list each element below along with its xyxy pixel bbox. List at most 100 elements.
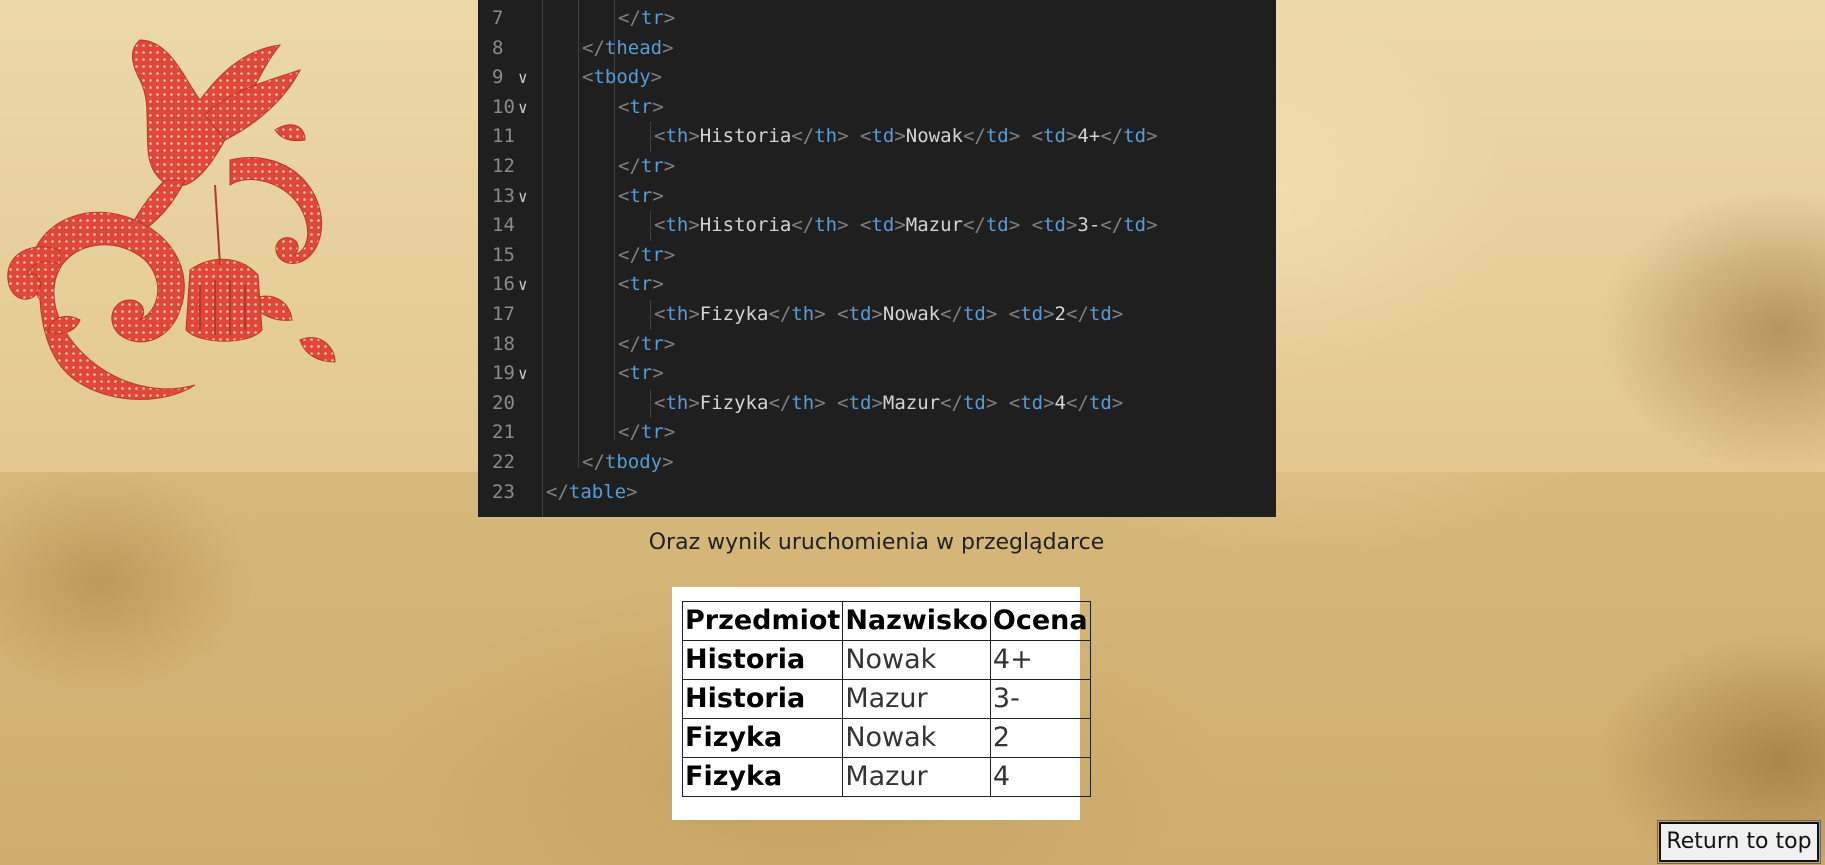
code-text: </tr> [618,330,675,359]
text-token: Fizyka [699,391,769,414]
indent-guide [650,211,651,241]
table-cell: Nowak [842,718,991,758]
column-header: Przedmiot [681,601,844,641]
code-line: 8 </thead> [478,34,1276,63]
code-line: 22 </tbody> [478,448,1276,477]
bracket-token: </ [618,7,641,29]
code-line: 13 ∨ <tr> [478,182,1276,211]
bracket-token: > < [1008,214,1044,237]
line-number: 12 [492,155,515,177]
table-cell: Nowak [842,640,991,680]
code-text: <tr> [618,270,664,299]
text-token: Nowak [905,125,963,148]
chevron-down-icon[interactable]: ∨ [518,359,528,388]
line-number: 7 [492,7,504,29]
code-line: 23 </table> [478,478,1276,507]
code-text: <th>Historia</th> <td>Nowak</td> <td>4+<… [654,122,1158,151]
code-text: </tr> [618,4,675,33]
bracket-token: </ [618,332,641,355]
bracket-token: > [688,125,700,148]
text-token: 3- [1077,214,1101,237]
bracket-token: </ [791,214,815,237]
line-number: 15 [492,243,515,266]
code-line: 16 ∨ <tr> [478,270,1276,299]
code-text: </tbody> [582,448,674,477]
bracket-token: > [1065,214,1078,237]
table-cell: Mazur [842,679,991,719]
bracket-token: </ [1100,214,1124,237]
table-cell: 4+ [989,640,1091,680]
bracket-token: < [618,95,630,118]
tag-name-token: th [814,125,838,148]
line-number: 18 [492,332,515,355]
code-line: 20 <th>Fizyka</th> <td>Mazur</td> <td>4</… [478,389,1276,418]
line-number: 20 [492,391,515,414]
chevron-down-icon[interactable]: ∨ [518,182,528,211]
bracket-token: </ [940,303,963,325]
chevron-down-icon[interactable]: ∨ [518,93,528,122]
chevron-down-icon[interactable]: ∨ [518,63,528,92]
tag-name-token: tbody [604,451,663,473]
bracket-token: > [871,303,883,325]
tag-name-token: td [1123,214,1147,237]
code-line: 11 <th>Historia</th> <td>Nowak</td> <td>4… [478,122,1276,151]
tag-name-token: td [848,391,872,414]
bracket-token: > [650,66,663,89]
bracket-token: </ [940,391,963,414]
indent-guide [650,122,651,152]
bracket-token: > [663,332,676,355]
tag-name-token: tr [640,7,664,29]
text-token: Historia [699,125,792,148]
line-number: 22 [492,451,515,473]
bracket-token: > [662,36,674,59]
bracket-token: < [654,214,666,237]
code-line: 14 <th>Historia</th> <td>Mazur</td> <td>3… [478,211,1276,240]
tag-name-token: th [665,303,689,325]
tag-name-token: td [962,303,986,325]
indent-guide [650,388,651,419]
code-text: </tr> [618,418,675,447]
bracket-token: < [618,273,630,296]
bracket-token: > [894,125,906,148]
bracket-token: > [1111,303,1124,325]
tag-name-token: td [962,391,986,414]
tag-name-token: th [665,214,689,237]
bracket-token: </ [546,480,569,503]
row-header-cell: Fizyka [681,757,844,797]
text-token: Fizyka [699,303,769,325]
code-line: 7 </tr> [478,4,1276,33]
row-header-cell: Fizyka [681,718,844,758]
bracket-token: </ [618,421,641,444]
tag-name-token: tr [629,184,653,207]
tag-name-token: td [871,214,895,237]
return-to-top-button[interactable]: Return to top [1657,820,1821,864]
bracket-token: > [688,214,700,237]
bracket-token: </ [962,125,986,148]
tag-name-token: td [1123,125,1147,148]
bracket-token: > < [814,391,849,414]
line-number: 14 [492,214,515,237]
bracket-token: > [663,7,676,29]
code-line: 10 ∨ <tr> [478,93,1276,122]
table-cell: 4 [989,757,1091,797]
tag-name-token: tr [640,332,664,355]
text-token: 4+ [1077,125,1101,148]
table-row: Historia Nowak 4+ [681,640,1091,680]
chevron-down-icon[interactable]: ∨ [518,270,528,299]
code-line: 17 <th>Fizyka</th> <td>Nowak</td> <td>2</… [478,300,1276,329]
row-header-cell: Historia [681,679,844,719]
text-token: Historia [699,214,792,237]
bracket-token: > < [985,303,1021,325]
code-line: 15 </tr> [478,241,1276,270]
code-editor: 7 </tr> 8 </thead> 9 ∨ <tbody> 10 ∨ <tr> 11 <th>His… [478,0,1276,517]
tag-name-token: th [665,125,689,148]
tag-name-token: tr [629,95,653,118]
tag-name-token: tr [629,273,653,296]
tag-name-token: td [1088,391,1112,414]
code-text: <tr> [618,182,664,211]
bracket-token: > [688,303,700,325]
tag-name-token: td [1043,125,1066,148]
tag-name-token: td [1020,391,1044,414]
table-cell: 3- [989,679,1091,719]
bird-birdcage-ornament-icon [7,39,336,400]
